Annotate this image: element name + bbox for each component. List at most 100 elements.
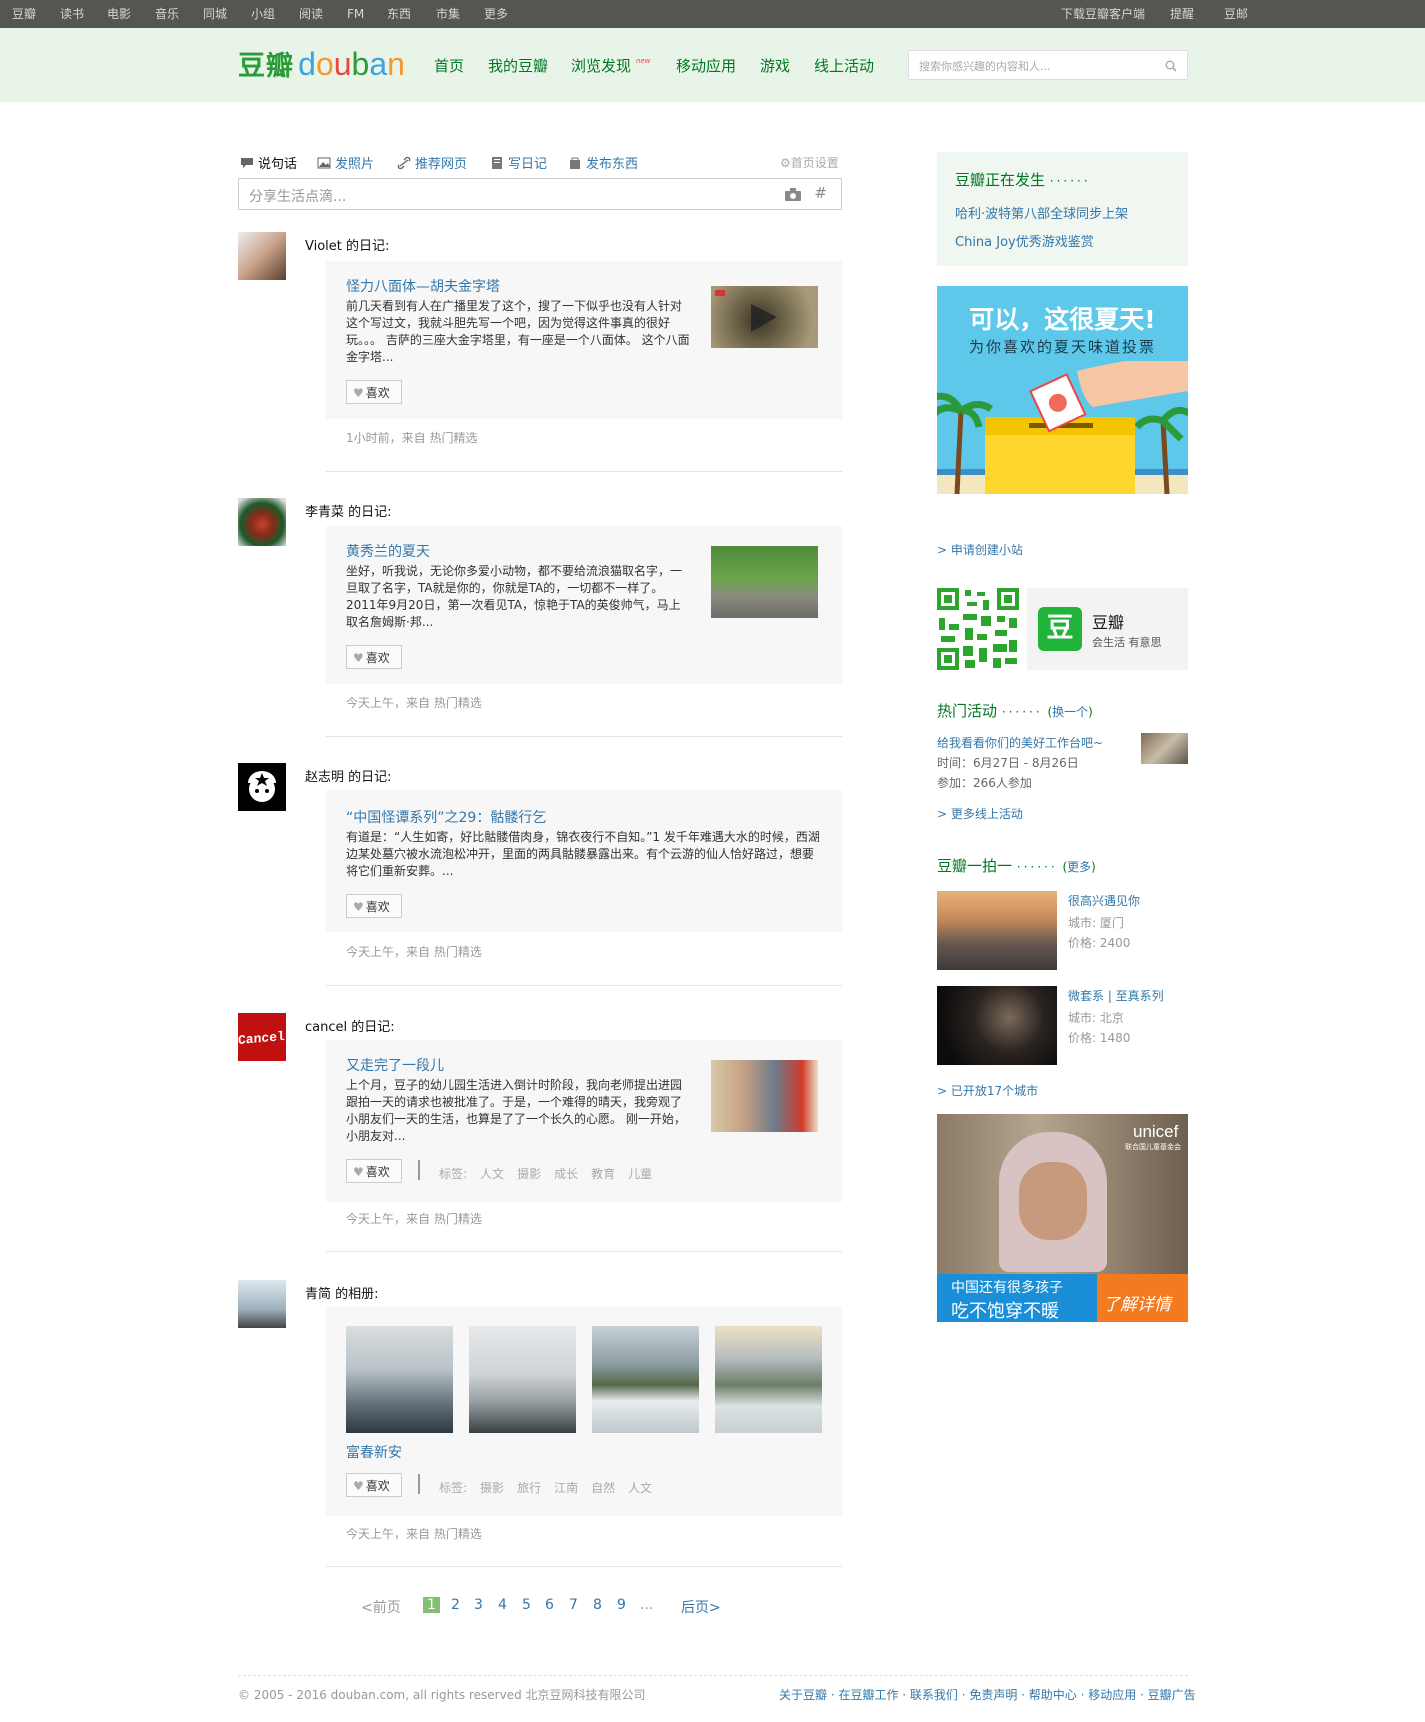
unicef-ad[interactable]: unicef 联合国儿童基金会 中国还有很多孩子 吃不饱穿不暖 了解详情 xyxy=(937,1114,1188,1322)
like-button[interactable]: ♥ 喜欢 xyxy=(346,1473,402,1497)
pager-page-9[interactable]: 9 xyxy=(617,1597,626,1613)
feed-title[interactable]: 黄秀兰的夏天 xyxy=(346,541,430,561)
tag[interactable]: 人文 xyxy=(628,1481,652,1495)
paizhao-more-link[interactable]: 更多 xyxy=(1067,860,1091,874)
camera-icon[interactable] xyxy=(785,188,801,201)
feed-thumbnail[interactable] xyxy=(711,286,818,348)
global-nav-music[interactable]: 音乐 xyxy=(155,0,179,28)
photographer-name[interactable]: 微套系 | 至真系列 xyxy=(1068,987,1164,1004)
photographer-photo[interactable] xyxy=(937,891,1057,970)
album-photo[interactable] xyxy=(469,1326,576,1433)
footer-links[interactable]: 关于豆瓣 · 在豆瓣工作 · 联系我们 · 免责声明 · 帮助中心 · 移动应用… xyxy=(779,1686,1196,1703)
photographer-name[interactable]: 很高兴遇见你 xyxy=(1068,892,1140,909)
feed-title[interactable]: “中国怪谭系列”之29：骷髅行乞 xyxy=(346,807,546,827)
global-nav-more[interactable]: 更多 xyxy=(484,0,508,28)
feed-title[interactable]: 怪力八面体—胡夫金字塔 xyxy=(346,276,500,296)
share-input[interactable]: 分享生活点滴... # xyxy=(238,178,842,210)
global-nav-group[interactable]: 小组 xyxy=(251,0,275,28)
unicef-cta[interactable]: 了解详情 xyxy=(1103,1290,1171,1315)
hot-event-link[interactable]: 给我看看你们的美好工作台吧~ xyxy=(937,734,1103,751)
album-photo[interactable] xyxy=(715,1326,822,1433)
pager-page-3[interactable]: 3 xyxy=(474,1597,483,1613)
pager-next[interactable]: 后页> xyxy=(681,1597,721,1617)
tool-say[interactable]: 说句话 xyxy=(240,153,297,172)
avatar[interactable] xyxy=(238,498,286,546)
nav-games[interactable]: 游戏 xyxy=(760,55,790,76)
tool-photo[interactable]: 发照片 xyxy=(317,153,374,172)
tags-label: 标签: xyxy=(439,1167,468,1181)
like-label: 喜欢 xyxy=(365,900,390,914)
create-site-link[interactable]: > 申请创建小站 xyxy=(937,541,1023,558)
pager-current-page[interactable]: 1 xyxy=(423,1597,440,1613)
tag[interactable]: 旅行 xyxy=(517,1481,541,1495)
mail-link[interactable]: 豆邮 xyxy=(1224,0,1248,28)
avatar[interactable] xyxy=(238,763,286,811)
like-button[interactable]: ♥ 喜欢 xyxy=(346,645,402,669)
photographer-photo[interactable] xyxy=(937,986,1057,1065)
avatar[interactable] xyxy=(238,1280,286,1328)
global-nav-dongxi[interactable]: 东西 xyxy=(387,0,411,28)
album-photo[interactable] xyxy=(592,1326,699,1433)
avatar[interactable] xyxy=(238,232,286,280)
avatar[interactable]: Cancel xyxy=(238,1013,286,1061)
feed-title[interactable]: 又走完了一段儿 xyxy=(346,1055,444,1075)
tag[interactable]: 成长 xyxy=(554,1167,578,1181)
summer-vote-ad[interactable]: 可以，这很夏天! 为你喜欢的夏天味道投票 xyxy=(937,286,1188,494)
global-nav-movie[interactable]: 电影 xyxy=(107,0,131,28)
nav-home[interactable]: 首页 xyxy=(434,55,464,76)
global-nav-book[interactable]: 读书 xyxy=(60,0,84,28)
happening-link[interactable]: China Joy优秀游戏鉴赏 xyxy=(955,231,1094,250)
tag[interactable]: 儿童 xyxy=(628,1167,652,1181)
tag[interactable]: 教育 xyxy=(591,1167,615,1181)
global-nav-location[interactable]: 同城 xyxy=(203,0,227,28)
tag[interactable]: 自然 xyxy=(591,1481,615,1495)
album-title[interactable]: 富春新安 xyxy=(346,1442,402,1462)
like-button[interactable]: ♥ 喜欢 xyxy=(346,380,402,404)
search-icon[interactable] xyxy=(1165,60,1177,72)
album-photo[interactable] xyxy=(346,1326,453,1433)
pager-page-6[interactable]: 6 xyxy=(545,1597,554,1613)
tag[interactable]: 人文 xyxy=(480,1167,504,1181)
like-button[interactable]: ♥ 喜欢 xyxy=(346,894,402,918)
open-cities-link[interactable]: > 已开放17个城市 xyxy=(937,1082,1038,1099)
nav-online-events[interactable]: 线上活动 xyxy=(814,55,874,76)
global-nav-fm[interactable]: FM xyxy=(347,0,364,28)
feed-thumbnail[interactable] xyxy=(711,1060,818,1132)
search-input[interactable]: 搜索你感兴趣的内容和人... xyxy=(908,50,1188,80)
tool-diary-label: 写日记 xyxy=(508,157,548,172)
pager-prev[interactable]: <前页 xyxy=(361,1597,401,1617)
tool-link[interactable]: 推荐网页 xyxy=(397,153,467,172)
pager-page-5[interactable]: 5 xyxy=(522,1597,531,1613)
pager-page-4[interactable]: 4 xyxy=(498,1597,507,1613)
homepage-settings[interactable]: ⚙首页设置 xyxy=(780,154,839,171)
unicef-line2: 吃不饱穿不暖 xyxy=(951,1301,1059,1322)
download-app-link[interactable]: 下载豆瓣客户端 xyxy=(1061,0,1145,28)
feed-thumbnail[interactable] xyxy=(711,546,818,618)
tag[interactable]: 江南 xyxy=(554,1481,578,1495)
hot-event-thumbnail[interactable] xyxy=(1141,733,1188,764)
like-button[interactable]: ♥ 喜欢 xyxy=(346,1159,402,1183)
happening-link[interactable]: 哈利·波特第八部全球同步上架 xyxy=(955,203,1128,222)
logo-letter: b xyxy=(351,46,370,82)
tag[interactable]: 摄影 xyxy=(480,1481,504,1495)
douban-app-promo[interactable]: 豆 豆瓣 会生活 有意思 xyxy=(1027,588,1188,670)
tag[interactable]: 摄影 xyxy=(517,1167,541,1181)
tool-dongxi[interactable]: 发布东西 xyxy=(568,153,638,172)
notifications-link[interactable]: 提醒 xyxy=(1170,0,1194,28)
nav-mobile[interactable]: 移动应用 xyxy=(676,55,736,76)
hashtag-icon[interactable]: # xyxy=(814,184,827,202)
global-nav-douban[interactable]: 豆瓣 xyxy=(12,0,36,28)
feed-card: 黄秀兰的夏天 坐好，听我说，无论你多爱小动物，都不要给流浪猫取名字，一旦取了名字… xyxy=(326,526,842,684)
tool-diary[interactable]: 写日记 xyxy=(490,153,547,172)
dots-decoration: ······ xyxy=(1049,174,1091,188)
more-events-link[interactable]: > 更多线上活动 xyxy=(937,805,1023,822)
pager-page-2[interactable]: 2 xyxy=(451,1597,460,1613)
douban-logo[interactable]: 豆瓣 douban xyxy=(238,44,405,83)
global-nav-read[interactable]: 阅读 xyxy=(299,0,323,28)
pager-page-8[interactable]: 8 xyxy=(593,1597,602,1613)
pager-page-7[interactable]: 7 xyxy=(569,1597,578,1613)
nav-my-douban[interactable]: 我的豆瓣 xyxy=(488,55,548,76)
switch-event-link[interactable]: 换一个 xyxy=(1052,705,1088,719)
global-nav-market[interactable]: 市集 xyxy=(436,0,460,28)
nav-explore[interactable]: 浏览发现 xyxy=(571,55,631,76)
